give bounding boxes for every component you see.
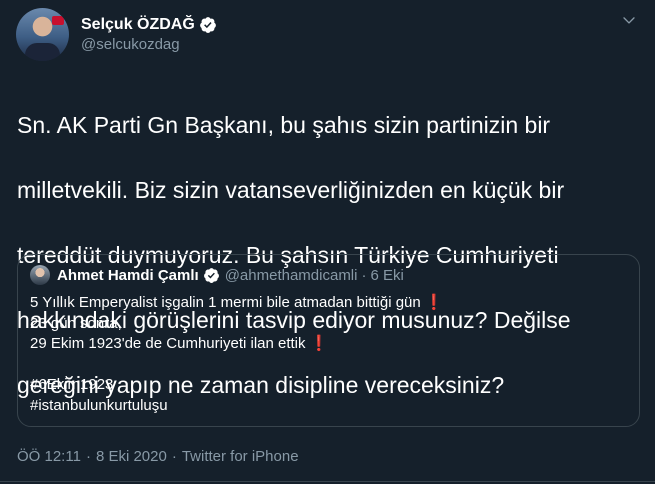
quoted-text-line-text: 23 gün sonra, [30,314,122,332]
author-name-row: Selçuk ÖZDAĞ [81,16,217,34]
quoted-text-line: 5 Yıllık Emperyalist işgalin 1 mermi bil… [30,293,625,314]
verified-badge-icon [199,16,217,34]
avatar-flag [52,15,64,25]
red-exclamation-icon: ❗ [424,294,444,311]
divider [0,481,655,482]
quoted-text-line-text[interactable]: #istanbulunkurtuluşu [30,397,168,414]
quoted-text-blank-line [30,355,625,376]
tweet-time[interactable]: ÖÖ 12:11 [17,448,81,465]
quoted-tweet-header: Ahmet Hamdi Çamlı @ahmethamdicamli · 6 E… [30,265,404,285]
quoted-hashtag[interactable]: #6Ekim1923 [30,375,625,396]
author-handle[interactable]: @selcukozdag [81,36,217,53]
tweet-header: Selçuk ÖZDAĞ @selcukozdag [16,6,217,62]
verified-badge-icon [203,267,220,284]
quoted-text-line: 23 gün sonra, [30,314,625,335]
tweet-text-line: Sn. AK Parti Gn Başkanı, bu şahıs sizin … [17,111,551,138]
chevron-down-icon[interactable] [621,12,637,28]
tweet-date[interactable]: 8 Eki 2020 [96,448,167,465]
tweet-source[interactable]: Twitter for iPhone [182,448,299,465]
quoted-separator: · [361,266,367,284]
quoted-date[interactable]: 6 Eki [370,267,403,284]
quoted-avatar[interactable] [30,265,50,285]
tweet-text-line: milletvekili. Biz sizin vatanseverliğini… [17,176,565,203]
quoted-display-name[interactable]: Ahmet Hamdi Çamlı [57,267,199,284]
quoted-hashtag[interactable]: #istanbulunkurtuluşu [30,396,625,417]
quoted-text-line-text: 5 Yıllık Emperyalist işgalin 1 mermi bil… [30,294,425,311]
quoted-text-line-text[interactable]: #6Ekim1923 [30,376,113,393]
quoted-text-line-text: 29 Ekim 1923'de de Cumhuriyeti ilan etti… [30,335,310,352]
avatar-suit [25,42,60,61]
avatar[interactable] [16,7,69,61]
footer-separator: · [85,448,91,465]
quoted-tweet[interactable]: Ahmet Hamdi Çamlı @ahmethamdicamli · 6 E… [17,254,640,427]
author-display-name[interactable]: Selçuk ÖZDAĞ [81,16,195,34]
quoted-handle[interactable]: @ahmethamdicamli [225,267,358,284]
tweet-footer: ÖÖ 12:11 · 8 Eki 2020 · Twitter for iPho… [17,448,299,465]
red-exclamation-icon: ❗ [309,335,329,352]
quoted-tweet-text: 5 Yıllık Emperyalist işgalin 1 mermi bil… [30,293,625,416]
author-names: Selçuk ÖZDAĞ @selcukozdag [81,16,217,53]
footer-separator: · [171,448,177,465]
tweet-card: Selçuk ÖZDAĞ @selcukozdag Sn. AK Parti G… [0,0,655,484]
quoted-text-line: 29 Ekim 1923'de de Cumhuriyeti ilan etti… [30,334,625,355]
